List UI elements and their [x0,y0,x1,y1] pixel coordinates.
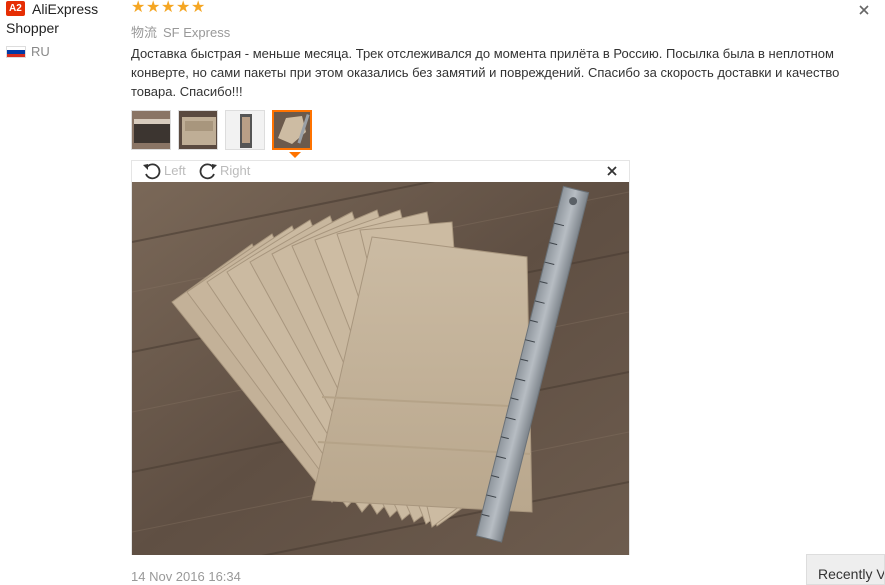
star-icon: ★ [161,0,176,16]
recently-viewed-tab[interactable]: Recently Viewed [806,554,885,585]
photo-thumb-2[interactable] [178,110,218,150]
reviewer-country: RU [31,44,50,59]
logistics-value: SF Express [163,25,231,40]
star-icon: ★ [146,0,161,16]
photo-thumb-3[interactable] [225,110,265,150]
star-icon: ★ [191,0,206,16]
photo-viewer: Left Right [131,160,630,555]
active-thumb-indicator [289,152,301,158]
rotate-left-icon [143,163,161,180]
reviewer-level-badge: A2 [6,1,25,16]
star-icon: ★ [131,0,146,16]
viewer-toolbar: Left Right [132,161,629,182]
rotate-left-button[interactable]: Left [142,162,192,180]
star-rating: ★★★★★ [131,0,206,16]
review-text: Доставка быстрая - меньше месяца. Трек о… [131,46,840,99]
rotate-right-button[interactable]: Right [198,162,258,180]
close-icon[interactable] [857,3,871,17]
rotate-right-icon [199,163,217,180]
russia-flag-icon [6,46,26,58]
rotate-left-label: Left [164,163,186,178]
star-icon: ★ [176,0,191,16]
logistics-label: 物流 [131,25,158,40]
review-date: 14 Nov 2016 16:34 [131,569,241,584]
photo-thumb-1[interactable] [131,110,171,150]
close-viewer-icon[interactable] [607,166,617,176]
photo-thumb-4[interactable] [272,110,312,150]
review-photo[interactable] [132,182,629,555]
logistics-info: 物流 SF Express [131,22,230,41]
rotate-right-label: Right [220,163,251,178]
